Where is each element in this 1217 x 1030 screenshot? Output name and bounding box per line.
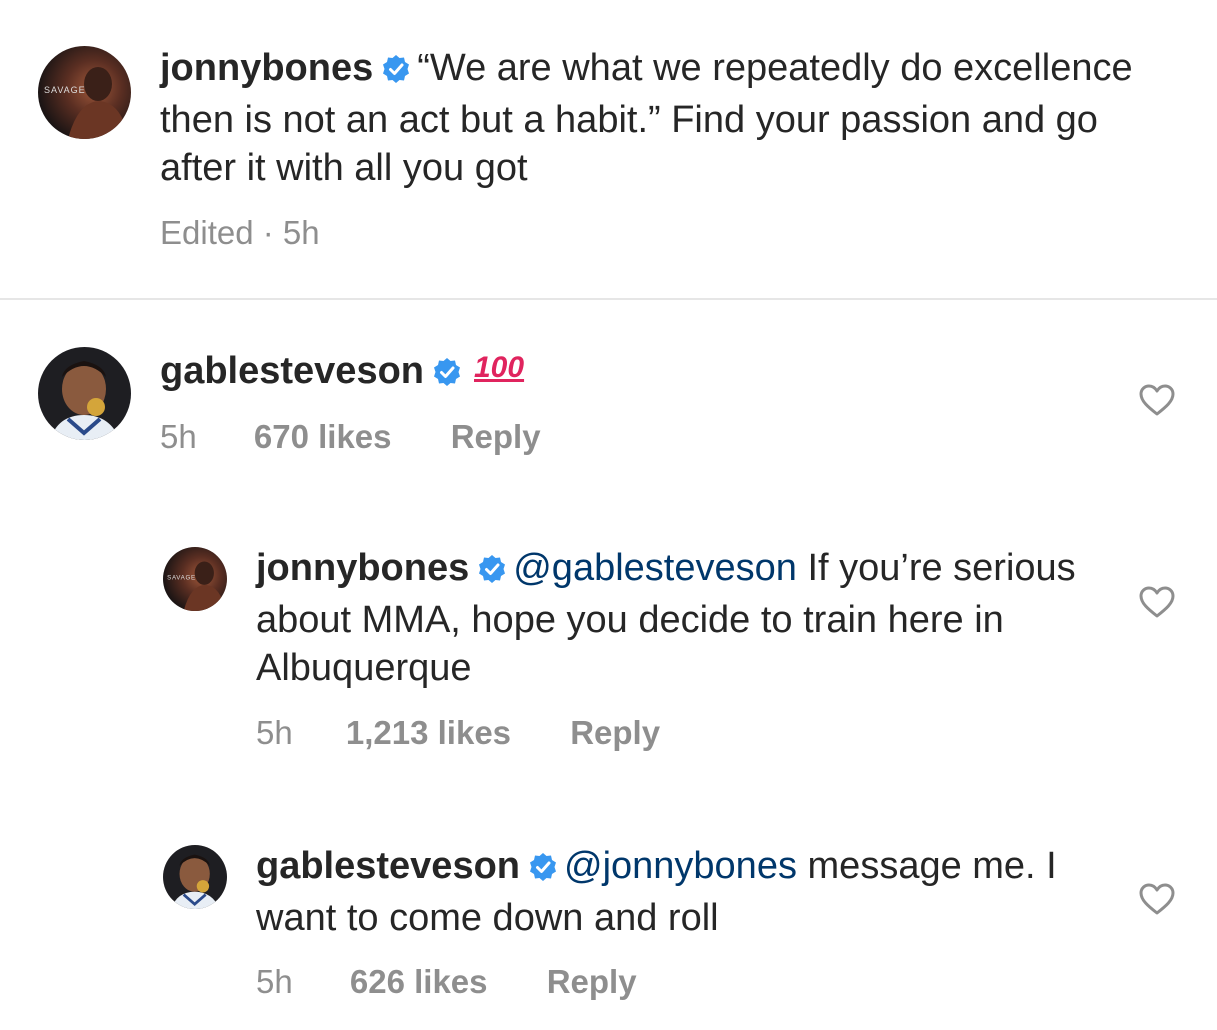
caption-meta: Edited · 5h	[160, 214, 320, 252]
like-heart-icon[interactable]	[1138, 383, 1176, 422]
comment-likes[interactable]: 670 likes	[254, 418, 392, 456]
caption-text: jonnybones “We are what we repeatedly do …	[160, 44, 1170, 192]
hundred-points-emoji-icon: 100	[474, 351, 525, 384]
comment-time: 5h	[256, 963, 293, 1000]
avatar-jonnybones[interactable]: SAVAGE	[38, 46, 131, 139]
divider	[0, 298, 1217, 300]
mention-link[interactable]: @jonnybones	[564, 845, 797, 887]
avatar-jonnybones[interactable]: SAVAGE	[163, 547, 227, 611]
mention-link[interactable]: @gablesteveson	[513, 547, 797, 589]
like-heart-icon[interactable]	[1138, 585, 1176, 624]
comment-meta: 5h 1,213 likes Reply	[256, 714, 660, 752]
verified-badge-icon	[528, 846, 558, 894]
comment-username[interactable]: jonnybones	[256, 547, 469, 589]
avatar-gablesteveson[interactable]	[163, 845, 227, 909]
comment-username[interactable]: gablesteveson	[256, 845, 520, 887]
avatar-watermark: SAVAGE	[167, 574, 196, 581]
like-heart-icon[interactable]	[1138, 882, 1176, 921]
post-caption: SAVAGE jonnybones “We are what we repeate…	[0, 0, 1217, 300]
comment-meta: 5h 626 likes Reply	[256, 963, 637, 1001]
reply-button[interactable]: Reply	[570, 714, 660, 752]
comment-text: gablesteveson 100	[160, 344, 1120, 399]
avatar-watermark: SAVAGE	[44, 85, 86, 95]
caption-username[interactable]: jonnybones	[160, 47, 373, 89]
comment-text: gablesteveson @jonnybones message me. I w…	[256, 842, 1116, 942]
comment-likes[interactable]: 1,213 likes	[346, 714, 511, 752]
comment-time: 5h	[160, 418, 197, 455]
verified-badge-icon	[381, 48, 411, 96]
verified-badge-icon	[477, 548, 507, 596]
comment-username[interactable]: gablesteveson	[160, 350, 424, 392]
reply-button[interactable]: Reply	[547, 963, 637, 1001]
verified-badge-icon	[432, 351, 462, 399]
comment-time: 5h	[256, 714, 293, 751]
comment-meta: 5h 670 likes Reply	[160, 418, 541, 456]
comment-text: jonnybones @gablesteveson If you’re serio…	[256, 544, 1116, 692]
comment-likes[interactable]: 626 likes	[350, 963, 488, 1001]
caption-edited-time: Edited · 5h	[160, 214, 320, 251]
reply-button[interactable]: Reply	[451, 418, 541, 456]
avatar-gablesteveson[interactable]	[38, 347, 131, 440]
